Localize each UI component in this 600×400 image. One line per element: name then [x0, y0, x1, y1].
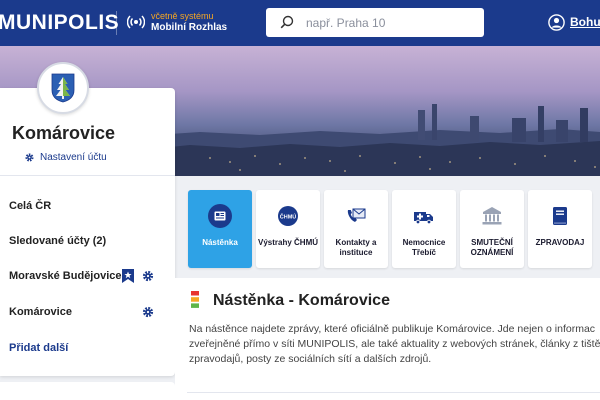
header-divider — [116, 11, 117, 35]
ambulance-icon — [414, 212, 433, 225]
add-more-link[interactable]: Přidat další — [9, 342, 68, 354]
municipality-crest — [37, 62, 89, 114]
account-settings-label: Nastavení účtu — [40, 152, 107, 163]
sidebar-item-label: Komárovice — [9, 306, 72, 318]
description-line: zpravodajů, posty ze sociálních sítí a d… — [189, 353, 432, 365]
description-line: zveřejněné přímo v síti MUNIPOLIS, ale t… — [189, 338, 600, 350]
sidebar-lower-card — [0, 382, 175, 400]
gear-icon[interactable] — [142, 306, 154, 318]
top-navigation-bar: MUNIPOLIS včetně systému Mobilní Rozhlas… — [0, 0, 600, 46]
verified-badge-icon — [122, 269, 134, 283]
gear-icon — [25, 153, 34, 162]
search-input[interactable] — [306, 13, 476, 32]
tile-nemocnice[interactable]: Nemocnice Třebíč — [392, 190, 456, 268]
sidebar-item-label: Moravské Budějovice — [9, 270, 122, 282]
municipality-title: Komárovice — [12, 123, 116, 143]
search-icon[interactable] — [280, 15, 294, 29]
tile-zpravodaj[interactable]: ZPRAVODAJ — [528, 190, 592, 268]
user-icon[interactable] — [548, 14, 565, 31]
coat-of-arms-icon — [51, 73, 75, 103]
broadcast-icon — [127, 15, 145, 29]
tile-label: SMUTEČNÍ OZNÁMENÍ — [470, 238, 514, 257]
page-description: Na nástěnce najdete zprávy, které oficiá… — [189, 322, 600, 367]
sidebar-divider — [0, 175, 175, 176]
sidebar-item-followed[interactable]: Sledované účty (2) — [9, 235, 106, 247]
tile-vystrahy-chmu[interactable]: ČHMÚ Výstrahy ČHMÚ — [256, 190, 320, 268]
chmu-icon: ČHMÚ — [278, 206, 298, 226]
tile-label: Kontakty a instituce — [335, 238, 377, 257]
munipolis-logo[interactable]: MUNIPOLIS — [0, 11, 119, 35]
tile-label: ZPRAVODAJ — [535, 238, 585, 247]
tile-label: Nástěnka — [202, 238, 238, 247]
mobilni-rozhlas-link[interactable]: včetně systému Mobilní Rozhlas — [151, 11, 227, 33]
search-box[interactable] — [266, 8, 484, 37]
radio-title: Mobilní Rozhlas — [151, 22, 228, 33]
feed-card — [187, 392, 600, 400]
account-settings-link[interactable]: Nastavení účtu — [24, 152, 107, 163]
gear-icon[interactable] — [142, 270, 154, 282]
building-icon — [482, 207, 502, 225]
tile-label: Nemocnice Třebíč — [402, 238, 446, 257]
tile-kontakty[interactable]: Kontakty a instituce — [324, 190, 388, 268]
tile-label: Výstrahy ČHMÚ — [258, 238, 319, 247]
svg-text:ČHMÚ: ČHMÚ — [280, 214, 297, 221]
sidebar-item-moravske-budejovice[interactable]: Moravské Budějovice — [9, 270, 122, 282]
board-icon — [208, 204, 232, 228]
phone-mail-icon — [347, 208, 366, 222]
sidebar-item-cela-cr[interactable]: Celá ČR — [9, 200, 51, 212]
page-heading: Nástěnka - Komárovice — [213, 292, 390, 309]
book-icon — [553, 207, 567, 225]
sidebar-item-label: Celá ČR — [9, 200, 52, 212]
tile-smutecni-oznameni[interactable]: SMUTEČNÍ OZNÁMENÍ — [460, 190, 524, 268]
sidebar-item-komarovice[interactable]: Komárovice — [9, 306, 72, 318]
description-line: Na nástěnce najdete zprávy, které oficiá… — [189, 323, 596, 335]
user-name-link[interactable]: Bohum — [570, 15, 600, 29]
munipolis-mark-icon — [191, 291, 199, 308]
tile-nastenka[interactable]: Nástěnka — [188, 190, 252, 268]
add-more-label: Přidat další — [9, 342, 69, 354]
sidebar-item-label: Sledované účty (2) — [9, 235, 107, 247]
radio-subtitle: včetně systému — [151, 11, 214, 21]
